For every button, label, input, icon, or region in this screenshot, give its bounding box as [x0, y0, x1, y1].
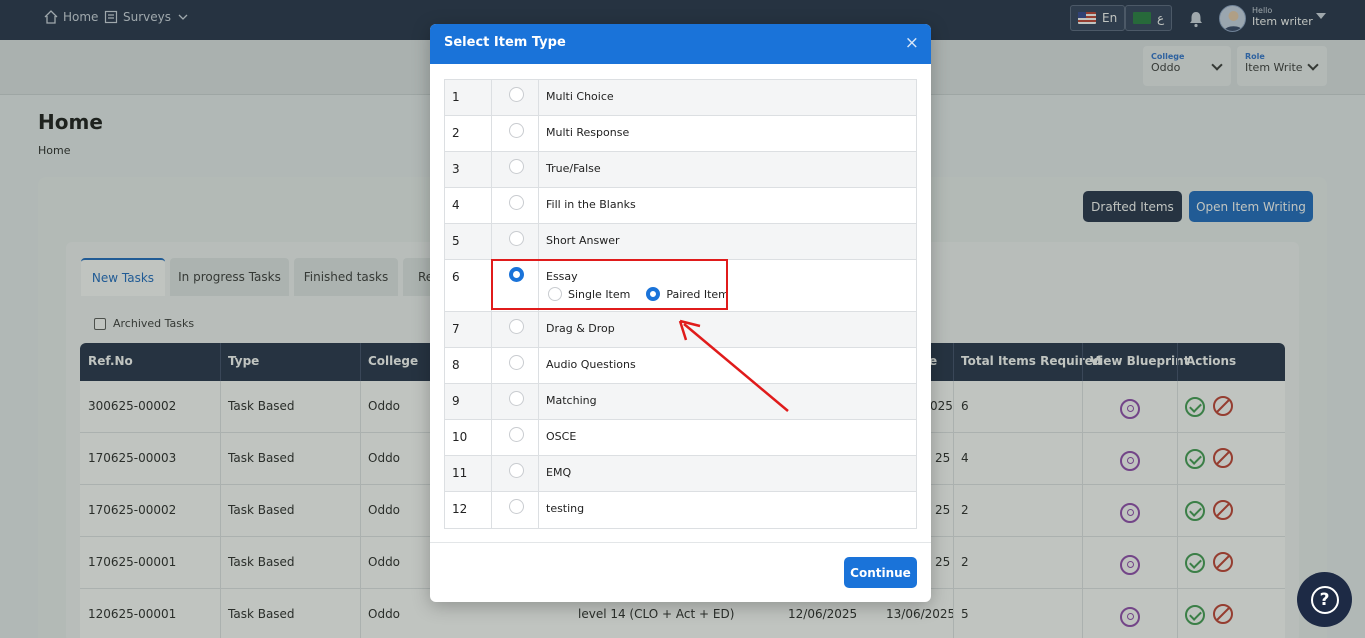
list-item[interactable]: 11 EMQ: [445, 456, 916, 492]
item-number: 6: [452, 270, 460, 284]
item-number: 7: [452, 322, 460, 336]
column-divider: [491, 188, 492, 223]
column-divider: [491, 492, 492, 528]
item-type-radio[interactable]: [509, 499, 524, 514]
item-number: 4: [452, 198, 460, 212]
item-number: 1: [452, 90, 460, 104]
item-type-label: Matching: [546, 394, 597, 407]
column-divider: [491, 348, 492, 383]
column-divider: [538, 420, 539, 455]
item-type-radio[interactable]: [509, 87, 524, 102]
item-number: 12: [452, 502, 468, 516]
column-divider: [491, 116, 492, 151]
column-divider: [538, 224, 539, 259]
item-type-label: Multi Response: [546, 126, 630, 139]
column-divider: [538, 348, 539, 383]
item-number: 11: [452, 466, 468, 480]
item-type-label: Fill in the Blanks: [546, 198, 636, 211]
item-number: 3: [452, 162, 460, 176]
close-icon[interactable]: ×: [905, 33, 919, 53]
list-item[interactable]: 1 Multi Choice: [445, 80, 916, 116]
item-type-label: True/False: [546, 162, 601, 175]
annotation-arrow-icon: [678, 319, 789, 412]
help-button[interactable]: ?: [1297, 572, 1352, 627]
column-divider: [538, 312, 539, 347]
item-number: 5: [452, 234, 460, 248]
column-divider: [491, 80, 492, 115]
item-type-label: testing: [546, 502, 585, 515]
column-divider: [491, 312, 492, 347]
item-type-radio[interactable]: [509, 355, 524, 370]
column-divider: [538, 384, 539, 419]
item-type-label: Multi Choice: [546, 90, 614, 103]
modal-header: Select Item Type ×: [430, 24, 931, 64]
item-number: 10: [452, 430, 468, 444]
item-type-radio[interactable]: [509, 195, 524, 210]
item-type-radio[interactable]: [509, 463, 524, 478]
item-number: 2: [452, 126, 460, 140]
column-divider: [491, 420, 492, 455]
item-type-radio[interactable]: [509, 123, 524, 138]
annotation-highlight-box: [491, 259, 728, 310]
item-type-label: Short Answer: [546, 234, 620, 247]
item-type-radio[interactable]: [509, 427, 524, 442]
item-number: 9: [452, 394, 460, 408]
list-item[interactable]: 12 testing: [445, 492, 916, 528]
column-divider: [491, 224, 492, 259]
item-type-radio[interactable]: [509, 391, 524, 406]
column-divider: [491, 384, 492, 419]
column-divider: [538, 152, 539, 187]
column-divider: [538, 456, 539, 491]
item-type-label: EMQ: [546, 466, 572, 479]
continue-button[interactable]: Continue: [844, 557, 917, 588]
column-divider: [538, 80, 539, 115]
item-type-label: OSCE: [546, 430, 577, 443]
list-item[interactable]: 2 Multi Response: [445, 116, 916, 152]
column-divider: [491, 152, 492, 187]
column-divider: [538, 492, 539, 528]
question-icon: ?: [1310, 585, 1339, 614]
column-divider: [538, 188, 539, 223]
list-item[interactable]: 4 Fill in the Blanks: [445, 188, 916, 224]
column-divider: [491, 456, 492, 491]
modal-title: Select Item Type: [444, 35, 566, 50]
column-divider: [538, 116, 539, 151]
modal-footer-divider: [430, 542, 931, 543]
list-item[interactable]: 3 True/False: [445, 152, 916, 188]
item-type-radio[interactable]: [509, 159, 524, 174]
item-type-label: Drag & Drop: [546, 322, 615, 335]
list-item[interactable]: 5 Short Answer: [445, 224, 916, 260]
item-type-label: Audio Questions: [546, 358, 636, 371]
item-type-radio[interactable]: [509, 231, 524, 246]
list-item[interactable]: 10 OSCE: [445, 420, 916, 456]
item-number: 8: [452, 358, 460, 372]
item-type-radio[interactable]: [509, 319, 524, 334]
